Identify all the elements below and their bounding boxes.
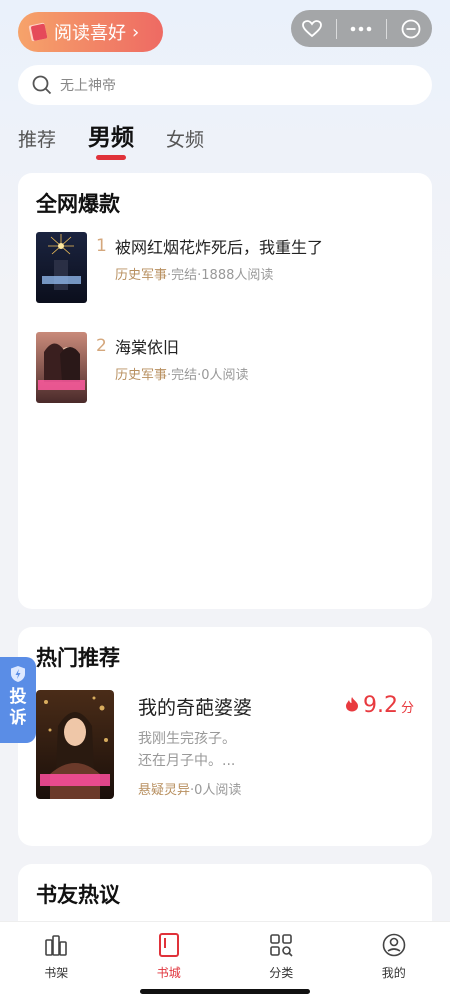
flame-icon bbox=[345, 697, 358, 712]
complaint-label: 诉 bbox=[9, 708, 27, 728]
book-meta: 悬疑灵异·0人阅读 bbox=[138, 779, 241, 798]
hot-recommend-card: 热门推荐 我的奇葩婆婆 9.2 分 我刚生完孩子。 还在月子中。... 悬疑灵异… bbox=[18, 627, 432, 846]
bookstore-icon bbox=[158, 933, 179, 957]
book-category: 历史军事 bbox=[115, 268, 168, 283]
nav-label: 我的 bbox=[381, 966, 406, 980]
section-title: 热门推荐 bbox=[36, 646, 120, 670]
book-cover[interactable] bbox=[36, 690, 114, 799]
book-meta: 历史军事·完结·1888人阅读 bbox=[115, 264, 273, 283]
list-item[interactable]: 2 海棠依旧 历史军事·完结·0人阅读 bbox=[36, 332, 416, 404]
rank-number: 1 bbox=[96, 236, 107, 256]
score-unit: 分 bbox=[400, 701, 414, 716]
nav-bookshelf[interactable]: 书架 bbox=[0, 922, 113, 1001]
nav-mine[interactable]: 我的 bbox=[338, 922, 450, 1001]
book-title: 被网红烟花炸死后，我重生了 bbox=[115, 238, 324, 257]
search-bar[interactable]: 无上神帝 bbox=[18, 65, 432, 105]
nav-label: 书城 bbox=[156, 966, 181, 980]
heart-outline-icon[interactable] bbox=[294, 14, 330, 44]
category-grid-icon bbox=[270, 934, 293, 957]
tab-female[interactable]: 女频 bbox=[166, 125, 204, 162]
book-stats: ·0人阅读 bbox=[190, 783, 242, 798]
tab-recommend[interactable]: 推荐 bbox=[18, 125, 56, 162]
category-tabs: 推荐 男频 女频 bbox=[18, 118, 236, 162]
book-score: 9.2 分 bbox=[345, 693, 414, 718]
book-meta: 历史军事·完结·0人阅读 bbox=[115, 364, 249, 383]
description-line: 我刚生完孩子。 bbox=[138, 731, 236, 747]
capsule-divider bbox=[336, 18, 338, 39]
book-title: 海棠依旧 bbox=[115, 338, 180, 357]
capsule-divider bbox=[385, 18, 387, 39]
score-value: 9.2 bbox=[362, 693, 398, 718]
section-title: 书友热议 bbox=[36, 883, 120, 907]
minus-circle-icon[interactable] bbox=[393, 14, 429, 44]
book-title[interactable]: 我的奇葩婆婆 bbox=[138, 693, 252, 720]
list-item[interactable]: 1 被网红烟花炸死后，我重生了 历史军事·完结·1888人阅读 bbox=[36, 232, 416, 304]
book-category: 悬疑灵异 bbox=[138, 783, 191, 798]
search-placeholder: 无上神帝 bbox=[60, 78, 116, 94]
book-cover bbox=[36, 332, 87, 403]
book-stats: ·完结·0人阅读 bbox=[167, 368, 249, 383]
bookshelf-icon bbox=[45, 935, 68, 956]
book-description: 我刚生完孩子。 还在月子中。... bbox=[138, 728, 388, 772]
complaint-button[interactable]: 投 诉 bbox=[0, 657, 36, 743]
rank-number: 2 bbox=[96, 336, 107, 356]
nav-label: 书架 bbox=[44, 966, 69, 980]
home-indicator bbox=[140, 989, 310, 994]
reading-preference-button[interactable]: 阅读喜好 › bbox=[18, 12, 163, 52]
reading-preference-label: 阅读喜好 bbox=[54, 23, 126, 44]
top-bar: 阅读喜好 › bbox=[0, 0, 450, 60]
mini-program-capsule bbox=[291, 10, 432, 47]
nav-label: 分类 bbox=[269, 966, 294, 980]
complaint-label: 投 bbox=[9, 687, 27, 707]
user-icon bbox=[382, 933, 406, 957]
tab-male[interactable]: 男频 bbox=[88, 118, 134, 162]
book-category: 历史军事 bbox=[115, 368, 168, 383]
ranking-card: 全网爆款 1 被网红烟花炸死后，我重生了 历史军事·完结·1888人阅读 2 海… bbox=[18, 173, 432, 609]
shield-icon bbox=[11, 666, 25, 682]
book-stats: ·完结·1888人阅读 bbox=[167, 268, 274, 283]
chevron-right-icon: › bbox=[132, 21, 140, 43]
description-line: 还在月子中。... bbox=[138, 753, 236, 769]
book-cover bbox=[36, 232, 87, 303]
book-icon bbox=[28, 22, 48, 42]
search-icon bbox=[32, 75, 52, 95]
section-title: 全网爆款 bbox=[36, 192, 120, 216]
ellipsis-icon[interactable] bbox=[343, 14, 379, 44]
